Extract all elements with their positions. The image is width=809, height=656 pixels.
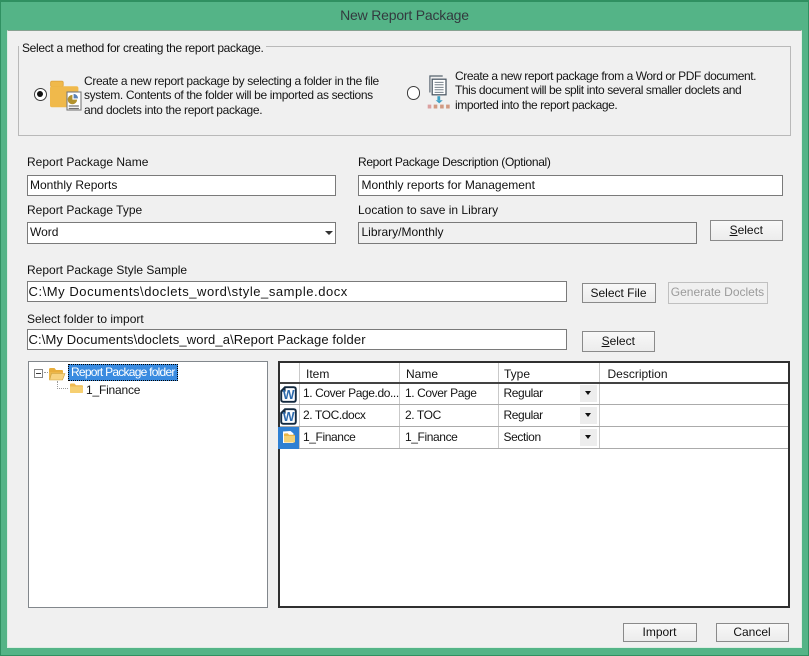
- svg-text:W: W: [283, 410, 295, 424]
- svg-text:W: W: [283, 388, 295, 402]
